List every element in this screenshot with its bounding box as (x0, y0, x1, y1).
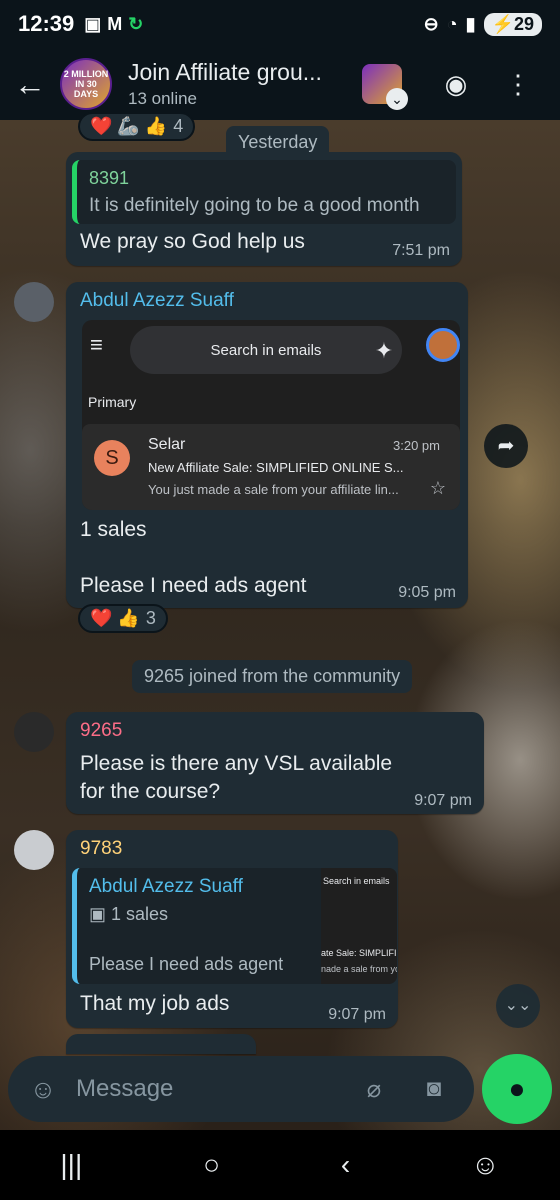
sender-name: 9265 (80, 720, 123, 741)
message-text: That my job ads (80, 992, 230, 1015)
email-search-placeholder: Search in emails (210, 341, 322, 359)
reaction-bar[interactable]: ❤️ 🦾 👍 4 (78, 112, 196, 141)
message-time: 9:07 pm (328, 1006, 386, 1023)
sender-name: 9783 (80, 838, 123, 859)
sender-avatar[interactable] (14, 712, 54, 752)
quoted-text: It is definitely going to be a good mont… (89, 195, 420, 216)
back-nav-icon[interactable]: ‹ (341, 1149, 350, 1181)
chevron-down-icon: ⌄ (386, 88, 408, 110)
battery-level: 29 (513, 13, 534, 34)
thumb-search: Search in emails (323, 876, 390, 886)
sender-avatar[interactable] (14, 282, 54, 322)
message-time: 7:51 pm (392, 242, 450, 259)
group-avatar-text: 2 MILLION IN 30 DAYS (63, 69, 109, 99)
email-from: Selar (148, 436, 186, 453)
community-avatar[interactable]: ⌄ (362, 64, 408, 110)
gmail-icon: M (107, 13, 123, 34)
quoted-line1-row: ▣ 1 sales (89, 904, 168, 925)
system-nav-bar: ||| ○ ‹ ☺ (0, 1130, 560, 1200)
email-time: 3:20 pm (393, 438, 440, 453)
menu-icon: ≡ (90, 332, 103, 357)
status-time: 12:39 (18, 11, 75, 36)
message-bubble-4[interactable]: 9783 Abdul Azezz Suaff ▣ 1 sales Please … (66, 830, 398, 1028)
thumb-snippet: nade a sale from your (321, 964, 397, 974)
quoted-sender: 8391 (89, 168, 130, 188)
system-notice: 9265 joined from the community (132, 660, 413, 693)
star-icon: ☆ (429, 478, 446, 498)
reaction-count: 4 (173, 116, 184, 136)
gmail-screenshot[interactable]: ≡ Search in emails ✦ Primary S Selar 3:2… (82, 320, 460, 510)
recents-icon[interactable]: ||| (60, 1149, 82, 1181)
camera-icon[interactable]: ◙ (414, 1075, 454, 1103)
more-options-icon[interactable]: ⋮ (498, 69, 538, 100)
sparkle-icon: ✦ (374, 338, 394, 363)
message-composer[interactable]: ☺ Message ⌀ ◙ (8, 1056, 474, 1122)
reaction-bar[interactable]: ❤️ 👍 3 (78, 604, 168, 633)
sync-icon: ↻ (128, 13, 144, 34)
quoted-sender: Abdul Azezz Suaff (89, 876, 243, 897)
message-bubble-1[interactable]: 8391 It is definitely going to be a good… (66, 152, 462, 266)
wifi-icon: ◔ (446, 13, 458, 34)
sender-avatar[interactable] (14, 830, 54, 870)
message-bubble-3[interactable]: 9265 Please is there any VSL available f… (66, 712, 484, 814)
scroll-to-bottom-icon[interactable]: ⌄⌄ (496, 984, 540, 1028)
battery-indicator: ⚡29 (483, 12, 542, 36)
email-row: S Selar 3:20 pm New Affiliate Sale: SIMP… (82, 424, 460, 510)
home-icon[interactable]: ○ (203, 1149, 220, 1181)
message-text-line1: 1 sales (80, 518, 147, 541)
chat-title: Join Affiliate grou... (128, 59, 322, 85)
email-subject: New Affiliate Sale: SIMPLIFIED ONLINE S.… (148, 460, 404, 475)
reaction-emojis: ❤️ 🦾 👍 (90, 116, 168, 136)
message-text-line2: Please I need ads agent (80, 574, 307, 597)
sender-name: Abdul Azezz Suaff (80, 290, 234, 311)
inbox-section: Primary (88, 394, 137, 410)
email-snippet: You just made a sale from your affiliate… (148, 482, 399, 497)
online-count: 13 online (128, 89, 198, 108)
quoted-line1: 1 sales (111, 904, 169, 924)
back-arrow-icon[interactable]: ← (0, 66, 60, 103)
message-text: Please is there any VSL available for th… (80, 752, 393, 803)
reaction-count: 3 (145, 608, 156, 628)
status-bar: 12:39 ▣ M ↻ ⊖ ◔ ▮ ⚡29 (0, 0, 560, 48)
message-input[interactable]: Message (76, 1075, 354, 1103)
emoji-icon[interactable]: ☺ (18, 1074, 68, 1105)
quoted-message[interactable]: Abdul Azezz Suaff ▣ 1 sales Please I nee… (72, 868, 397, 984)
message-text: We pray so God help us (80, 230, 305, 253)
message-bubble-partial (66, 1034, 256, 1054)
voice-chat-icon[interactable]: ◉ (436, 69, 476, 100)
profile-avatar (426, 328, 460, 362)
message-time: 9:07 pm (414, 792, 472, 809)
forward-icon[interactable]: ➦ (484, 424, 528, 468)
header-title-block[interactable]: Join Affiliate grou... 13 online (128, 59, 362, 109)
accessibility-icon[interactable]: ☺ (471, 1149, 500, 1181)
mic-icon: ● (508, 1073, 526, 1104)
quoted-line2: Please I need ads agent (89, 954, 284, 974)
quoted-thumbnail: Search in emails ate Sale: SIMPLIFIED na… (321, 868, 397, 984)
chat-header: ← 2 MILLION IN 30 DAYS Join Affiliate gr… (0, 48, 560, 120)
mic-button[interactable]: ● (482, 1054, 552, 1124)
attach-icon[interactable]: ⌀ (354, 1075, 394, 1104)
quoted-message[interactable]: 8391 It is definitely going to be a good… (72, 160, 456, 224)
screenshot-icon: ▣ (84, 13, 102, 34)
message-time: 9:05 pm (398, 584, 456, 601)
message-bubble-2[interactable]: Abdul Azezz Suaff ≡ Search in emails ✦ P… (66, 282, 468, 608)
do-not-disturb-icon: ⊖ (423, 13, 439, 34)
email-search-bar: Search in emails (130, 326, 402, 374)
reaction-emojis: ❤️ 👍 (90, 608, 140, 628)
email-sender-avatar: S (94, 440, 130, 476)
thumb-subject: ate Sale: SIMPLIFIED (321, 948, 397, 958)
group-avatar[interactable]: 2 MILLION IN 30 DAYS (60, 58, 112, 110)
image-icon: ▣ (89, 904, 112, 924)
signal-icon: ▮ (465, 13, 476, 34)
